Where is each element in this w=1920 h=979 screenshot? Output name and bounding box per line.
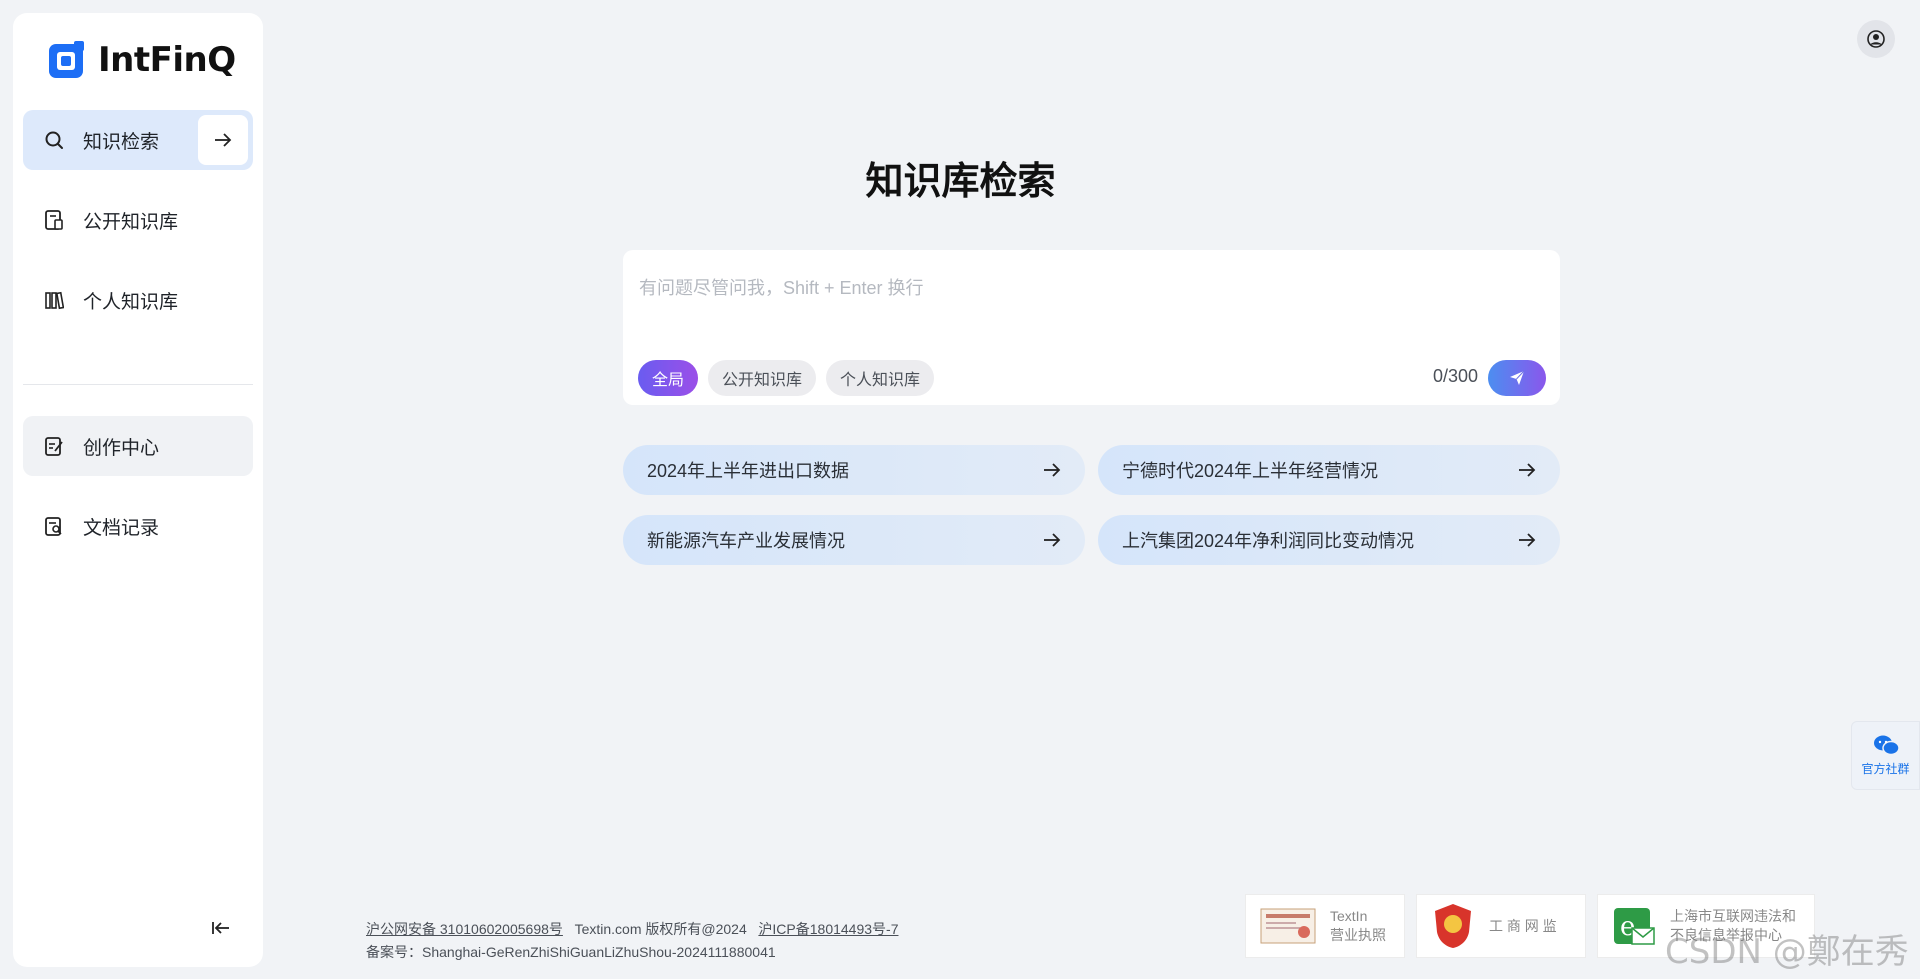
suggestion-chip[interactable]: 宁德时代2024年上半年经营情况 [1098,445,1560,495]
shield-emblem-icon [1435,904,1471,948]
badge-line1: 工 商 网 监 [1489,918,1557,934]
police-record-link[interactable]: 沪公网安备 31010602005698号 [366,921,563,937]
filing-number: 备案号：Shanghai-GeRenZhiShiGuanLiZhuShou-20… [366,944,776,960]
footer-info: 沪公网安备 31010602005698号 Textin.com 版权所有@20… [366,918,898,964]
official-community-button[interactable]: 官方社群 [1851,721,1920,790]
license-icon [1260,908,1316,944]
send-button[interactable] [1488,360,1546,396]
business-license-badge[interactable]: TextIn 营业执照 [1245,894,1405,958]
sidebar-item-label: 公开知识库 [83,211,179,233]
suggestion-label: 上汽集团2024年净利润同比变动情况 [1122,531,1415,551]
arrow-right-icon [1519,463,1536,477]
user-icon [1867,30,1885,48]
page-title: 知识库检索 [865,161,1056,203]
icp-link[interactable]: 沪ICP备18014493号-7 [758,921,898,937]
sidebar-item-creation-center[interactable]: 创作中心 [23,416,253,476]
library-icon [43,289,65,311]
brand-name: IntFinQ [98,40,236,80]
arrow-right-icon [1044,463,1061,477]
edit-doc-icon [43,435,65,457]
sidebar-divider [23,384,253,385]
sidebar-item-label: 个人知识库 [83,291,179,313]
logo-icon [49,41,84,78]
suggestion-chip[interactable]: 新能源汽车产业发展情况 [623,515,1085,565]
community-label: 官方社群 [1861,762,1910,776]
badge-line1: TextIn [1330,908,1368,924]
badge-line2: 营业执照 [1330,927,1386,943]
copyright-text: Textin.com 版权所有@2024 [574,921,747,937]
char-counter: 0/300 [1432,366,1478,386]
report-mail-icon: e [1614,908,1655,945]
watermark: CSDN @鄭在秀 [1665,932,1909,972]
logo[interactable]: IntFinQ [46,39,236,81]
search-icon [43,129,65,151]
scope-public-kb[interactable]: 公开知识库 [708,360,817,396]
suggestion-label: 2024年上半年进出口数据 [647,461,850,481]
sidebar-item-label: 文档记录 [83,517,160,539]
sidebar-item-personal-kb[interactable]: 个人知识库 [23,270,253,330]
ic-monitor-badge[interactable]: 工 商 网 监 [1416,894,1586,958]
suggestion-chip[interactable]: 2024年上半年进出口数据 [623,445,1085,495]
wechat-icon [1873,735,1900,756]
user-avatar-button[interactable] [1857,20,1895,58]
scope-selector: 全局 公开知识库 个人知识库 [638,360,935,396]
sidebar-item-label: 创作中心 [83,437,160,459]
search-input[interactable] [639,268,1539,308]
send-icon [1510,370,1525,385]
suggestion-label: 新能源汽车产业发展情况 [647,531,845,551]
sidebar-item-doc-records[interactable]: 文档记录 [23,496,253,556]
arrow-right-icon [1044,533,1061,547]
scope-global[interactable]: 全局 [638,360,699,396]
suggestion-label: 宁德时代2024年上半年经营情况 [1122,461,1379,481]
arrow-right-icon [1519,533,1536,547]
book-icon [43,209,65,231]
doc-search-icon [43,515,65,537]
search-box: 全局 公开知识库 个人知识库 0/300 [623,250,1560,405]
collapse-left-icon[interactable] [208,915,234,941]
suggestion-chip[interactable]: 上汽集团2024年净利润同比变动情况 [1098,515,1560,565]
scope-personal-kb[interactable]: 个人知识库 [826,360,935,396]
